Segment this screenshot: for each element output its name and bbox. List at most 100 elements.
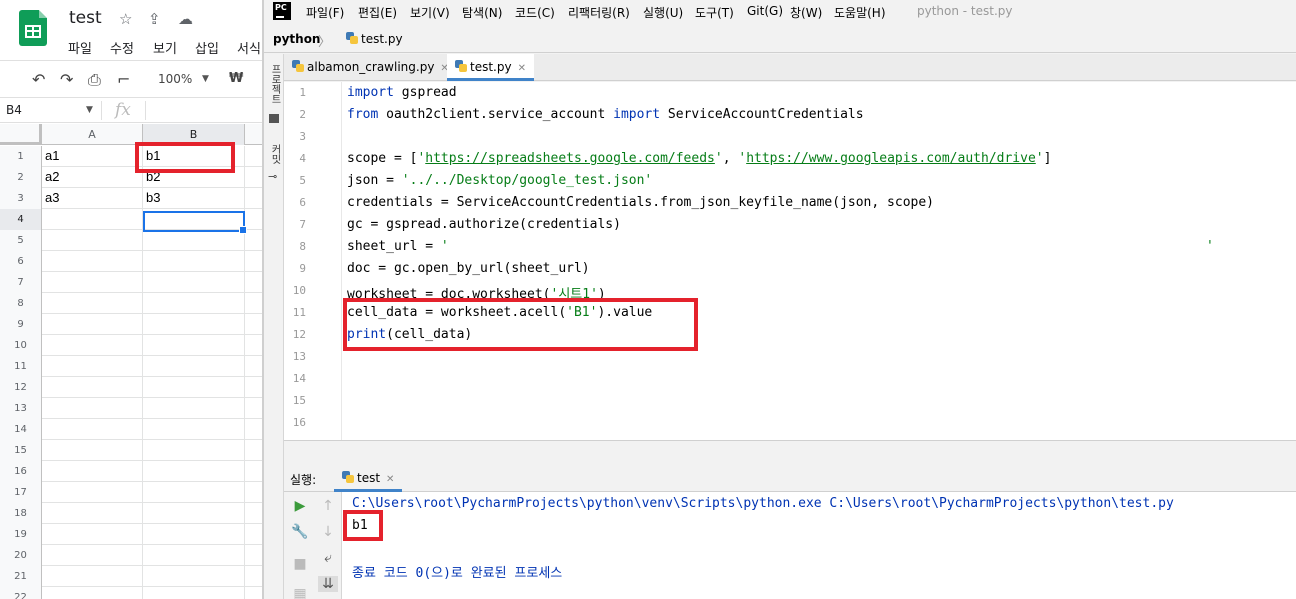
folder-icon[interactable] xyxy=(269,114,279,123)
row-header[interactable]: 8 xyxy=(0,293,42,314)
active-cell-selection[interactable] xyxy=(143,211,247,234)
cell-c[interactable] xyxy=(245,503,262,524)
row-header[interactable]: 17 xyxy=(0,482,42,503)
cell-b[interactable] xyxy=(143,335,245,356)
cell-c[interactable] xyxy=(245,377,262,398)
tab-test-py[interactable]: test.py ✕ xyxy=(447,54,534,81)
cell-c[interactable] xyxy=(245,272,262,293)
cell-c[interactable] xyxy=(245,230,262,251)
scroll-down-icon[interactable]: ↓ xyxy=(318,524,338,540)
cloud-status-icon[interactable]: ☁ xyxy=(178,10,193,28)
column-header-c[interactable] xyxy=(245,124,262,145)
cell-a[interactable] xyxy=(42,377,143,398)
cell-c[interactable] xyxy=(245,209,262,230)
undo-icon[interactable]: ↶ xyxy=(32,70,45,89)
run-console[interactable]: C:\Users\root\PycharmProjects\python\ven… xyxy=(342,492,1296,599)
cell-b[interactable] xyxy=(143,587,245,599)
cell-c[interactable] xyxy=(245,251,262,272)
menu-git[interactable]: Git(G) xyxy=(747,4,783,18)
cell-a[interactable] xyxy=(42,335,143,356)
menu-file[interactable]: 파일(F) xyxy=(306,4,344,21)
cell-c[interactable] xyxy=(245,356,262,377)
cell-b[interactable] xyxy=(143,545,245,566)
menu-tools[interactable]: 도구(T) xyxy=(695,4,734,21)
breadcrumb-file[interactable]: test.py xyxy=(346,32,403,46)
cell-c[interactable] xyxy=(245,545,262,566)
menu-view[interactable]: 보기 xyxy=(153,38,177,57)
cell-c[interactable] xyxy=(245,566,262,587)
cell-c[interactable] xyxy=(245,188,262,209)
cell-a[interactable] xyxy=(42,545,143,566)
cell-b[interactable] xyxy=(143,230,245,251)
sheets-logo-icon[interactable] xyxy=(19,10,47,46)
select-all-corner[interactable] xyxy=(0,124,42,145)
cell-b[interactable] xyxy=(143,440,245,461)
row-header[interactable]: 9 xyxy=(0,314,42,335)
cell-c[interactable] xyxy=(245,335,262,356)
menu-edit[interactable]: 수정 xyxy=(110,38,134,57)
row-header[interactable]: 18 xyxy=(0,503,42,524)
cell-a[interactable] xyxy=(42,440,143,461)
row-header[interactable]: 16 xyxy=(0,461,42,482)
menu-window[interactable]: 창(W) xyxy=(790,4,822,21)
menu-code[interactable]: 코드(C) xyxy=(515,4,555,21)
cell-b[interactable] xyxy=(143,314,245,335)
cell-c[interactable] xyxy=(245,482,262,503)
cell-c[interactable] xyxy=(245,461,262,482)
cell-a[interactable] xyxy=(42,587,143,599)
menu-run[interactable]: 실행(U) xyxy=(643,4,683,21)
wrench-settings-icon[interactable]: 🔧 xyxy=(290,524,310,540)
row-header[interactable]: 7 xyxy=(0,272,42,293)
soft-wrap-icon[interactable]: ⤶ xyxy=(318,550,338,566)
cell-a[interactable]: a3 xyxy=(42,188,143,209)
star-icon[interactable]: ☆ xyxy=(119,10,132,28)
cell-a[interactable] xyxy=(42,314,143,335)
run-tab-test[interactable]: test ✕ xyxy=(334,464,403,492)
currency-format-button[interactable]: ₩ xyxy=(229,71,243,86)
paint-format-icon[interactable]: ⌐ xyxy=(117,70,130,89)
scroll-up-icon[interactable]: ↑ xyxy=(318,498,338,514)
layout-icon[interactable]: ▦ xyxy=(290,586,310,599)
cell-b[interactable] xyxy=(143,461,245,482)
cell-b[interactable] xyxy=(143,251,245,272)
cell-c[interactable] xyxy=(245,314,262,335)
document-title[interactable]: test xyxy=(69,8,102,28)
cell-b[interactable] xyxy=(143,566,245,587)
cell-b[interactable] xyxy=(143,398,245,419)
cell-a[interactable] xyxy=(42,482,143,503)
zoom-caret-icon[interactable]: ▼ xyxy=(202,74,209,84)
cell-b[interactable] xyxy=(143,272,245,293)
row-header[interactable]: 15 xyxy=(0,440,42,461)
cell-b[interactable] xyxy=(143,524,245,545)
cell-a[interactable]: a2 xyxy=(42,167,143,188)
menu-help[interactable]: 도움말(H) xyxy=(834,4,886,21)
cell-a[interactable] xyxy=(42,524,143,545)
row-header[interactable]: 2 xyxy=(0,167,42,188)
tab-albamon-crawling[interactable]: albamon_crawling.py ✕ xyxy=(284,54,457,81)
breadcrumb-project[interactable]: python xyxy=(273,32,320,46)
cell-c[interactable] xyxy=(245,167,262,188)
print-icon[interactable]: ⎙ xyxy=(88,70,101,90)
project-tool-tab[interactable]: 프로젝트 xyxy=(267,64,282,104)
cell-a[interactable] xyxy=(42,230,143,251)
zoom-select[interactable]: 100% xyxy=(158,72,192,86)
rerun-play-icon[interactable]: ▶ xyxy=(290,498,310,514)
close-run-tab-icon[interactable]: ✕ xyxy=(386,474,394,485)
cell-a[interactable] xyxy=(42,461,143,482)
name-box-caret-icon[interactable]: ▼ xyxy=(86,105,93,115)
cell-c[interactable] xyxy=(245,440,262,461)
move-folder-icon[interactable]: ⇪ xyxy=(148,10,161,28)
close-tab-icon[interactable]: ✕ xyxy=(518,63,526,74)
row-header[interactable]: 14 xyxy=(0,419,42,440)
menu-refactor[interactable]: 리팩터링(R) xyxy=(568,4,630,21)
menu-format[interactable]: 서식 xyxy=(237,38,261,57)
row-header[interactable]: 11 xyxy=(0,356,42,377)
cell-a[interactable] xyxy=(42,251,143,272)
row-header[interactable]: 22 xyxy=(0,587,42,599)
menu-navigate[interactable]: 탐색(N) xyxy=(462,4,502,21)
cell-b[interactable] xyxy=(143,356,245,377)
row-header[interactable]: 12 xyxy=(0,377,42,398)
cell-c[interactable] xyxy=(245,293,262,314)
row-header[interactable]: 3 xyxy=(0,188,42,209)
row-header[interactable]: 6 xyxy=(0,251,42,272)
